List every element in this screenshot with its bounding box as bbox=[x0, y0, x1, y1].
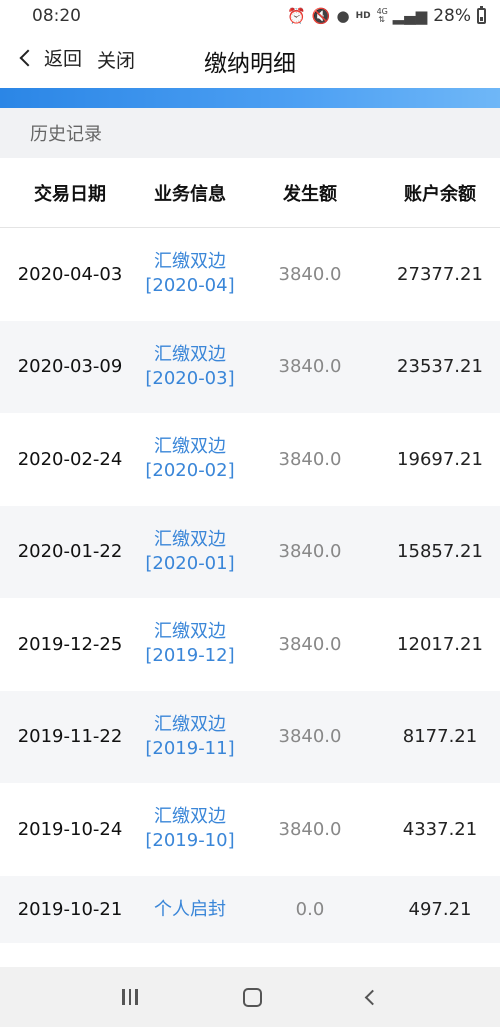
list-bottom-gap bbox=[0, 943, 500, 967]
row-info[interactable]: 汇缴双边 [2020-03] bbox=[140, 343, 240, 391]
table-row: 2019-10-21 个人启封 0.0 497.21 bbox=[0, 875, 500, 944]
section-header: 历史记录 bbox=[0, 108, 500, 158]
header-accent-bar bbox=[0, 88, 500, 108]
table-row: 2020-01-22 汇缴双边 [2020-01] 3840.0 15857.21 bbox=[0, 505, 500, 598]
alarm-icon: ⏰ bbox=[287, 7, 306, 25]
row-balance: 19697.21 bbox=[397, 448, 483, 470]
hd-icon: HD bbox=[355, 11, 371, 21]
row-balance: 12017.21 bbox=[397, 633, 483, 655]
header-amount: 发生额 bbox=[283, 183, 337, 205]
row-amount: 3840.0 bbox=[278, 633, 342, 655]
table-row: 2020-04-03 汇缴双边 [2020-04] 3840.0 27377.21 bbox=[0, 228, 500, 321]
status-time: 08:20 bbox=[32, 6, 81, 26]
table-row: 2019-11-22 汇缴双边 [2019-11] 3840.0 8177.21 bbox=[0, 690, 500, 783]
table-row: 2019-12-25 汇缴双边 [2019-12] 3840.0 12017.21 bbox=[0, 598, 500, 691]
row-info[interactable]: 个人启封 bbox=[140, 898, 240, 922]
row-amount: 3840.0 bbox=[278, 541, 342, 563]
mute-icon: 🔇 bbox=[311, 7, 331, 25]
row-balance: 497.21 bbox=[408, 899, 472, 920]
row-date: 2019-11-22 bbox=[17, 726, 123, 748]
row-amount: 3840.0 bbox=[278, 448, 342, 470]
row-date: 2020-01-22 bbox=[17, 541, 123, 563]
row-amount: 3840.0 bbox=[278, 818, 342, 840]
row-info[interactable]: 汇缴双边 [2019-11] bbox=[140, 713, 240, 761]
row-amount: 3840.0 bbox=[278, 726, 342, 748]
back-icon[interactable] bbox=[364, 989, 380, 1005]
4g-icon: 4G ⇅ bbox=[376, 7, 388, 24]
header-balance: 账户余额 bbox=[404, 183, 476, 205]
home-icon[interactable] bbox=[242, 987, 262, 1007]
battery-percent: 28% bbox=[433, 6, 471, 26]
header-info: 业务信息 bbox=[154, 183, 226, 205]
table-row: 2020-02-24 汇缴双边 [2020-02] 3840.0 19697.21 bbox=[0, 413, 500, 506]
records-list: 2020-04-03 汇缴双边 [2020-04] 3840.0 27377.21… bbox=[0, 228, 500, 944]
row-date: 2020-02-24 bbox=[17, 448, 123, 470]
table-header: 交易日期 业务信息 发生额 账户余额 bbox=[0, 158, 500, 228]
row-info[interactable]: 汇缴双边 [2019-10] bbox=[140, 805, 240, 853]
row-amount: 3840.0 bbox=[278, 356, 342, 378]
row-balance: 23537.21 bbox=[397, 356, 483, 378]
row-date: 2019-10-24 bbox=[17, 818, 123, 840]
row-info[interactable]: 汇缴双边 [2020-02] bbox=[140, 435, 240, 483]
row-info[interactable]: 汇缴双边 [2019-12] bbox=[140, 620, 240, 668]
row-info[interactable]: 汇缴双边 [2020-04] bbox=[140, 250, 240, 298]
page-title: 缴纳明细 bbox=[204, 51, 296, 77]
row-date: 2020-04-03 bbox=[17, 263, 123, 285]
row-balance: 15857.21 bbox=[397, 541, 483, 563]
row-amount: 3840.0 bbox=[278, 263, 342, 285]
row-balance: 4337.21 bbox=[402, 818, 478, 840]
status-bar: 08:20 ⏰ 🔇 ● HD 4G ⇅ ▂▄▆ 28% bbox=[0, 0, 500, 32]
row-balance: 27377.21 bbox=[397, 263, 483, 285]
nav-bar: 返回 关闭 缴纳明细 bbox=[0, 32, 500, 88]
table-row: 2019-10-24 汇缴双边 [2019-10] 3840.0 4337.21 bbox=[0, 783, 500, 876]
signal-icon: ▂▄▆ bbox=[392, 7, 428, 25]
row-date: 2019-12-25 bbox=[17, 633, 123, 655]
header-date: 交易日期 bbox=[34, 183, 106, 205]
row-info[interactable]: 汇缴双边 [2020-01] bbox=[140, 528, 240, 576]
table-row: 2020-03-09 汇缴双边 [2020-03] 3840.0 23537.21 bbox=[0, 320, 500, 413]
battery-icon bbox=[477, 6, 486, 24]
status-icons: ⏰ 🔇 ● HD 4G ⇅ ▂▄▆ 28% bbox=[287, 6, 486, 26]
system-nav-bar bbox=[0, 967, 500, 1027]
row-amount: 0.0 bbox=[295, 899, 325, 920]
row-balance: 8177.21 bbox=[402, 726, 478, 748]
location-icon: ● bbox=[336, 7, 350, 25]
row-date: 2019-10-21 bbox=[17, 899, 123, 920]
row-date: 2020-03-09 bbox=[17, 356, 123, 378]
recent-apps-icon[interactable] bbox=[122, 989, 138, 1005]
